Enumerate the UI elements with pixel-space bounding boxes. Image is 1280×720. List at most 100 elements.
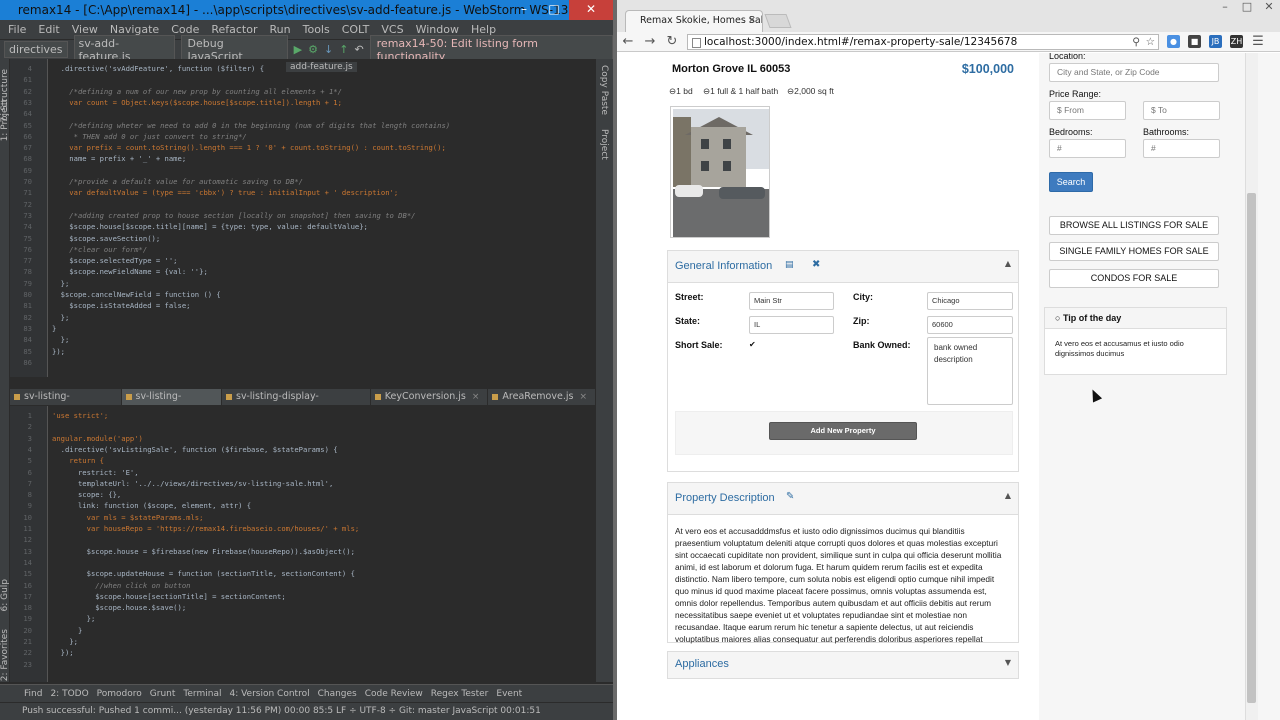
menu-item-edit[interactable]: Edit [38, 23, 59, 36]
address-bar[interactable]: localhost:3000/index.html#/remax-propert… [687, 33, 1159, 50]
browse-all-listings-button[interactable]: BROWSE ALL LISTINGS FOR SALE [1049, 216, 1219, 235]
debug-icon[interactable]: ⚙ [308, 43, 318, 56]
tool-window-button[interactable]: Terminal [183, 689, 221, 699]
extension-icon[interactable]: ■ [1188, 35, 1201, 48]
condos-for-sale-button[interactable]: CONDOS FOR SALE [1049, 269, 1219, 288]
chevron-up-icon[interactable]: ▲ [1005, 491, 1011, 500]
minimize-icon[interactable]: – [509, 0, 539, 20]
back-icon[interactable]: ← [621, 34, 635, 49]
reload-icon[interactable]: ↻ [665, 34, 679, 49]
gulp-tool-label[interactable]: 6: Gulp [0, 579, 10, 612]
price-to-input[interactable]: $ To [1143, 101, 1220, 120]
browser-tab[interactable]: Remax Skokie, Homes Sale ✕ [625, 10, 763, 32]
save-icon[interactable]: ▤ [785, 260, 794, 270]
edit-icon[interactable]: ✎ [786, 491, 794, 502]
chevron-down-icon[interactable]: ▼ [1005, 658, 1011, 667]
editor-tab[interactable]: sv-listing-display-slider.jade× [222, 389, 371, 418]
structure-tool-label[interactable]: 7: Structure [0, 69, 10, 123]
price-from-input[interactable]: $ From [1049, 101, 1126, 120]
editor-tab[interactable]: sv-listing-sale.jade× [10, 389, 122, 418]
close-icon[interactable]: ✖ [812, 259, 820, 270]
page-scrollbar-thumb[interactable] [1247, 193, 1256, 703]
left-tool-strip: 1: Project 7: Structure 6: Gulp 2: Favor… [0, 59, 10, 682]
listing-address: Morton Grove IL 60053 [672, 63, 791, 75]
lightbulb-icon: ○ [1055, 313, 1063, 323]
single-family-homes-button[interactable]: SINGLE FAMILY HOMES FOR SALE [1049, 242, 1219, 261]
copy-paste-label[interactable]: Copy Paste [599, 65, 609, 115]
menu-icon[interactable]: ☰ [1251, 34, 1265, 49]
code-text: .directive('svListingSale', function ($f… [52, 444, 338, 454]
search-icon[interactable]: ⚲ [1132, 35, 1140, 49]
tip-header: ○ Tip of the day [1045, 308, 1226, 329]
run-icon[interactable]: ▶ [294, 43, 302, 56]
vcs-commit-icon[interactable]: ↑ [339, 43, 348, 56]
editor-tab[interactable]: sv-listing-sale.js× [121, 389, 223, 418]
code-text: $scope.house = $firebase(new Firebase(ho… [52, 546, 355, 556]
code-text: var prefix = count.toString().length ===… [52, 143, 446, 153]
close-icon[interactable]: ✕ [1258, 0, 1280, 16]
tab-close-icon[interactable]: ✕ [748, 11, 756, 31]
editor-tab[interactable]: AreaRemove.js × [488, 389, 596, 405]
editor-tab[interactable]: KeyConversion.js × [371, 389, 489, 405]
state-input[interactable]: IL [749, 316, 834, 334]
tool-window-button[interactable]: Code Review [365, 689, 423, 699]
menu-item-file[interactable]: File [8, 23, 26, 36]
menu-item-tools[interactable]: Tools [303, 23, 330, 36]
chevron-up-icon[interactable]: ▲ [1005, 259, 1011, 268]
listing-photo[interactable] [670, 106, 770, 238]
code-text: $scope.house[sectionTitle] = sectionCont… [52, 591, 286, 601]
top-editor-tab[interactable]: add-feature.js [286, 62, 357, 72]
tool-window-button[interactable]: Grunt [150, 689, 176, 699]
street-input[interactable]: Main Str [749, 292, 834, 310]
star-icon[interactable]: ☆ [1146, 35, 1155, 49]
new-tab-button[interactable] [764, 14, 792, 28]
city-input[interactable]: Chicago [927, 292, 1013, 310]
project-right-label[interactable]: Project [599, 129, 609, 160]
tab-close-icon[interactable]: × [472, 392, 480, 402]
bathrooms-label: Bathrooms: [1143, 127, 1190, 137]
line-number: 75 [23, 233, 32, 243]
web-page: Morton Grove IL 60053 $100,000 1 bd 1 fu… [617, 53, 1280, 720]
code-text: $scope.house[$scope.title][name] = {type… [52, 222, 368, 232]
search-button[interactable]: Search [1049, 172, 1093, 192]
extension-icon[interactable]: ZH [1230, 35, 1243, 48]
bedrooms-input[interactable]: # [1049, 139, 1126, 158]
minimize-icon[interactable]: – [1214, 0, 1236, 16]
extension-icon[interactable]: JB [1209, 35, 1222, 48]
bathrooms-input[interactable]: # [1143, 139, 1220, 158]
tool-window-button[interactable]: Changes [318, 689, 357, 699]
forward-icon[interactable]: → [643, 34, 657, 49]
panel-header[interactable]: Appliances ▼ [668, 652, 1018, 678]
tool-window-button[interactable]: Event [496, 689, 522, 699]
tool-window-button[interactable]: Find [24, 689, 42, 699]
favorites-tool-label[interactable]: 2: Favorites [0, 629, 10, 681]
code-line: 61 [10, 74, 596, 85]
add-new-property-button[interactable]: Add New Property [769, 422, 917, 440]
menu-item-colt[interactable]: COLT [342, 23, 370, 36]
bank-owned-textarea[interactable]: bank owned description [927, 337, 1013, 405]
vcs-update-icon[interactable]: ↓ [324, 43, 333, 56]
code-text: }; [52, 335, 70, 345]
bottom-editor-tabs: sv-listing-sale.jade×sv-listing-sale.js×… [10, 389, 596, 418]
line-number: 74 [23, 222, 32, 232]
short-sale-checkbox[interactable]: ✔ [749, 340, 756, 349]
bottom-editor[interactable]: 1'use strict'; 2 3 angular.module('app') 4 .… [10, 406, 596, 682]
zip-label: Zip: [853, 316, 870, 326]
code-text: angular.module('app') [52, 433, 143, 443]
top-editor[interactable]: 4 .directive('svAddFeature', function ($… [10, 59, 596, 377]
tool-window-button[interactable]: 4: Version Control [229, 689, 309, 699]
zip-input[interactable]: 60600 [927, 316, 1013, 334]
close-icon[interactable]: ✕ [569, 0, 613, 20]
maximize-icon[interactable]: □ [539, 0, 569, 20]
tool-window-button[interactable]: Pomodoro [97, 689, 142, 699]
code-text: }; [52, 637, 78, 646]
undo-icon[interactable]: ↶ [354, 43, 363, 56]
tool-window-button[interactable]: Regex Tester [431, 689, 489, 699]
location-input[interactable]: City and State, or Zip Code [1049, 63, 1219, 82]
code-text: restrict: 'E', [52, 467, 139, 477]
tool-window-button[interactable]: 2: TODO [50, 689, 88, 699]
tab-close-icon[interactable]: × [579, 392, 587, 402]
extension-icon[interactable]: ● [1167, 35, 1180, 48]
breadcrumb-directives[interactable]: directives [4, 41, 68, 58]
maximize-icon[interactable]: □ [1236, 0, 1258, 16]
